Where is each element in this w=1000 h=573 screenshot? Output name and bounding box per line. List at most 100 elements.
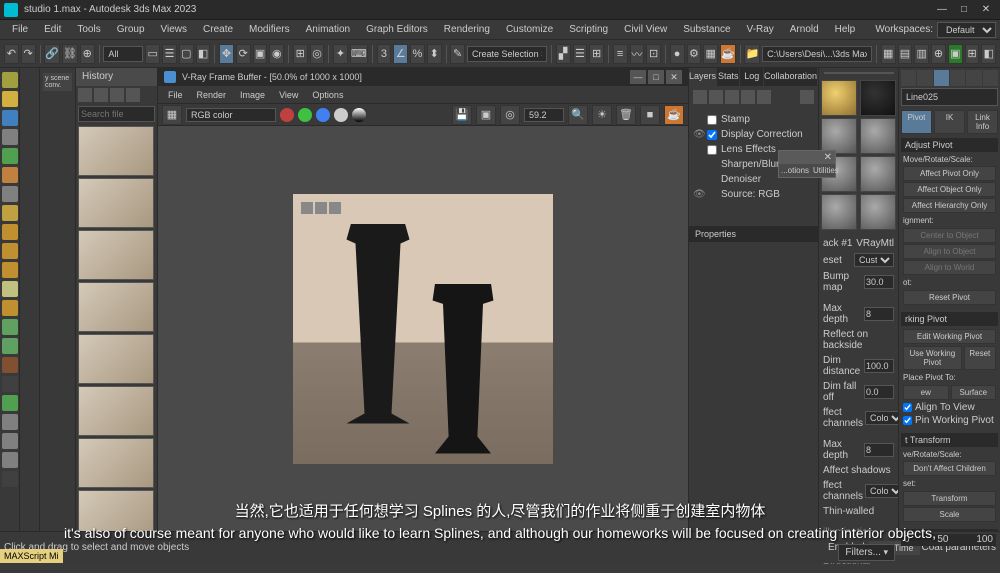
layer-display-correction-check[interactable] <box>707 130 717 140</box>
view-button[interactable]: ew <box>903 385 949 400</box>
menu-civil-view[interactable]: Civil View <box>616 21 675 38</box>
move-button[interactable]: ✥ <box>219 44 234 64</box>
minimize-button[interactable]: — <box>932 3 952 17</box>
material-preview[interactable] <box>824 72 894 74</box>
selection-filter[interactable] <box>103 46 143 62</box>
tb-extra-2[interactable]: ▤ <box>898 44 913 64</box>
render-frame-button[interactable]: ▦ <box>703 44 718 64</box>
adjust-pivot-rollout[interactable]: Adjust Pivot <box>901 138 998 152</box>
eye-icon[interactable]: 👁 <box>693 130 703 140</box>
tool-j-icon[interactable] <box>2 433 18 449</box>
vfb-viewport[interactable] <box>158 126 688 531</box>
menu-file[interactable]: File <box>4 21 36 38</box>
menu-tools[interactable]: Tools <box>69 21 108 38</box>
material-slot[interactable] <box>821 194 857 230</box>
eye-icon[interactable] <box>693 115 703 125</box>
dialog-close-icon[interactable]: ✕ <box>824 152 832 163</box>
tb-extra-5[interactable]: ▣ <box>948 44 963 64</box>
menu-substance[interactable]: Substance <box>675 21 738 38</box>
tool-k-icon[interactable] <box>2 452 18 468</box>
layers-tool-5-icon[interactable] <box>757 90 771 104</box>
snap-button[interactable]: 3 <box>377 44 392 64</box>
menu-graph-editors[interactable]: Graph Editors <box>358 21 436 38</box>
tool-a-icon[interactable] <box>2 262 18 278</box>
placement-button[interactable]: ◉ <box>269 44 284 64</box>
display-tab-icon[interactable] <box>966 70 981 86</box>
menu-edit[interactable]: Edit <box>36 21 69 38</box>
history-del-icon[interactable] <box>126 88 140 102</box>
tool-e-icon[interactable] <box>2 338 18 354</box>
tool-b-icon[interactable] <box>2 281 18 297</box>
tb-extra-3[interactable]: ▥ <box>914 44 929 64</box>
edit-wp-button[interactable]: Edit Working Pivot <box>903 329 996 344</box>
material-slot[interactable] <box>860 156 896 192</box>
menu-modifiers[interactable]: Modifiers <box>241 21 298 38</box>
tb-extra-6[interactable]: ⊞ <box>965 44 980 64</box>
vfb-value-input[interactable] <box>524 108 564 122</box>
blue-channel-button[interactable] <box>316 108 330 122</box>
link-button[interactable]: 🔗 <box>44 44 60 64</box>
history-back-icon[interactable] <box>78 88 92 102</box>
curve-editor-button[interactable]: 〰 <box>630 44 645 64</box>
dialog-tab-utilities[interactable]: Utilities <box>811 164 841 177</box>
tab-layers[interactable]: Layers <box>689 68 717 86</box>
layers-tool-2-icon[interactable] <box>709 90 723 104</box>
filters-dropdown[interactable]: Filters... ▾ <box>838 544 895 561</box>
vfb-channel-prev-icon[interactable]: ▦ <box>162 105 182 125</box>
select-name-button[interactable]: ☰ <box>162 44 177 64</box>
menu-rendering[interactable]: Rendering <box>436 21 498 38</box>
vfb-solo-icon[interactable]: ☀ <box>592 105 612 125</box>
maxdepth2-input[interactable] <box>864 443 894 457</box>
maxscript-listener[interactable]: MAXScript Mi <box>0 549 63 563</box>
plant-icon[interactable] <box>2 148 18 164</box>
workspace-select[interactable]: Default <box>937 22 996 38</box>
tool-g-icon[interactable] <box>2 376 18 392</box>
select-button[interactable]: ▭ <box>145 44 160 64</box>
maxdepth-input[interactable] <box>864 307 894 321</box>
menu-arnold[interactable]: Arnold <box>782 21 827 38</box>
undo-button[interactable]: ↶ <box>4 44 19 64</box>
surface-button[interactable]: Surface <box>951 385 997 400</box>
pin-wp-check[interactable] <box>903 416 912 425</box>
material-editor-button[interactable]: ● <box>670 44 685 64</box>
tb-extra-1[interactable]: ▦ <box>881 44 896 64</box>
dimfall-input[interactable] <box>864 385 894 399</box>
vfb-clear-icon[interactable]: 🗑 <box>616 105 636 125</box>
percent-snap-button[interactable]: % <box>410 44 425 64</box>
tab-collaboration[interactable]: Collaboration <box>764 68 818 86</box>
utilities-tab-icon[interactable] <box>983 70 998 86</box>
vfb-menu-view[interactable]: View <box>273 88 304 102</box>
history-fwd-icon[interactable] <box>94 88 108 102</box>
center-button[interactable]: ◎ <box>310 44 325 64</box>
tool-d-icon[interactable] <box>2 319 18 335</box>
history-search-input[interactable] <box>78 106 155 122</box>
keyboard-button[interactable]: ⌨ <box>350 44 368 64</box>
vfb-menu-render[interactable]: Render <box>191 88 233 102</box>
vfb-minimize-button[interactable]: — <box>630 70 646 84</box>
ref-coord-button[interactable]: ⊞ <box>293 44 308 64</box>
affect-object-button[interactable]: Affect Object Only <box>903 182 996 197</box>
layer-button[interactable]: ≡ <box>613 44 628 64</box>
preset-select[interactable]: Custom <box>854 253 894 267</box>
center-to-object-button[interactable]: Center to Object <box>903 228 996 243</box>
schematic-button[interactable]: ⊡ <box>646 44 661 64</box>
space-warp-icon[interactable] <box>2 224 18 240</box>
file-path[interactable] <box>762 46 872 62</box>
edit-sel-button[interactable]: ✎ <box>450 44 465 64</box>
history-thumb[interactable] <box>78 230 154 280</box>
rotate-button[interactable]: ⟳ <box>236 44 251 64</box>
mono-channel-button[interactable] <box>352 108 366 122</box>
align-view-check[interactable] <box>903 403 912 412</box>
redo-button[interactable]: ↷ <box>21 44 36 64</box>
mirror-button[interactable]: ▞ <box>556 44 571 64</box>
reset-pivot-button[interactable]: Reset Pivot <box>903 290 996 305</box>
scale-button[interactable]: ▣ <box>253 44 268 64</box>
vfb-channel-select[interactable] <box>186 108 276 122</box>
render-setup-button[interactable]: ⚙ <box>687 44 702 64</box>
tool-i-icon[interactable] <box>2 414 18 430</box>
maximize-button[interactable]: □ <box>954 3 974 17</box>
hierarchy-tab-icon[interactable] <box>934 70 949 86</box>
vfb-zoom-icon[interactable]: 🔍 <box>568 105 588 125</box>
spinner-snap-button[interactable]: ⬍ <box>427 44 442 64</box>
vfb-region-icon[interactable]: ▣ <box>476 105 496 125</box>
